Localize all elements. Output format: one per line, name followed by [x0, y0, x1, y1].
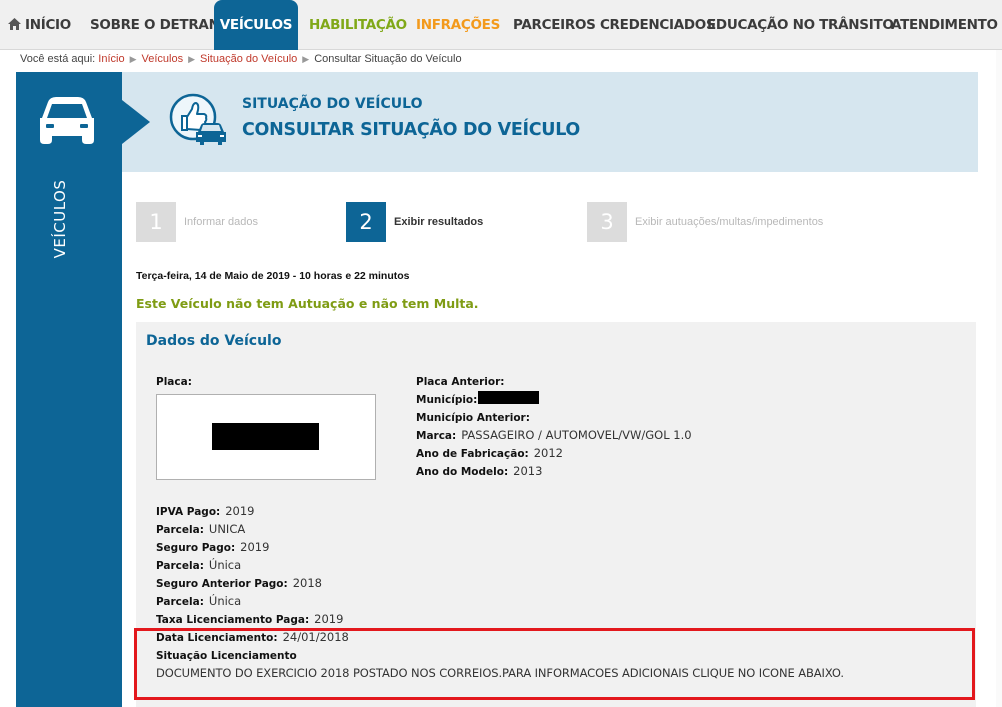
breadcrumb: Você está aqui: Início ▶ Veículos ▶ Situação…	[20, 53, 462, 65]
no-infractions-message: Este Veículo não tem Autuação e não tem …	[136, 296, 479, 311]
parcela-seguro-anterior-field: Parcela: Única	[156, 594, 241, 608]
ipva-value: 2019	[225, 504, 255, 518]
marca-label: Marca:	[416, 430, 457, 442]
nav-inicio[interactable]: INÍCIO	[8, 0, 71, 50]
seguro-label: Seguro Pago:	[156, 542, 236, 554]
parcela-label: Parcela:	[156, 596, 204, 608]
ano-fabricacao-label: Ano de Fabricação:	[416, 448, 529, 460]
taxa-licenciamento-label: Taxa Licenciamento Paga:	[156, 614, 310, 626]
municipio-field: Município:	[416, 392, 477, 406]
ano-modelo-field: Ano do Modelo: 2013	[416, 464, 542, 478]
sidebar-arrow	[122, 100, 150, 144]
municipio-anterior-field: Município Anterior:	[416, 410, 530, 424]
ano-modelo-label: Ano do Modelo:	[416, 466, 509, 478]
nav-educacao[interactable]: EDUCAÇÃO NO TRÂNSITO	[707, 0, 894, 50]
page-title: CONSULTAR SITUAÇÃO DO VEÍCULO	[242, 120, 581, 140]
parcela-label: Parcela:	[156, 560, 204, 572]
top-navigation: INÍCIO SOBRE O DETRAN VEÍCULOS HABILITAÇ…	[0, 0, 1002, 50]
placa-anterior-field: Placa Anterior:	[416, 374, 504, 388]
car-icon	[40, 97, 94, 144]
sidebar	[16, 72, 122, 707]
marca-value: PASSAGEIRO / AUTOMOVEL/VW/GOL 1.0	[461, 428, 692, 442]
parcela-ipva-field: Parcela: UNICA	[156, 522, 245, 536]
seguro-anterior-value: 2018	[292, 576, 322, 590]
step-number: 2	[346, 202, 386, 242]
redacted-plate	[212, 423, 319, 450]
step-2: 2 Exibir resultados	[346, 202, 546, 242]
marca-field: Marca: PASSAGEIRO / AUTOMOVEL/VW/GOL 1.0	[416, 428, 692, 442]
placa-field: Placa:	[156, 374, 192, 388]
nav-infracoes[interactable]: INFRAÇÕES	[416, 0, 500, 50]
nav-sobre-detran[interactable]: SOBRE O DETRAN	[90, 0, 220, 50]
seguro-anterior-field: Seguro Anterior Pago: 2018	[156, 576, 322, 590]
highlight-box	[134, 628, 975, 700]
breadcrumb-separator: ▶	[129, 54, 137, 64]
seguro-field: Seguro Pago: 2019	[156, 540, 269, 554]
seguro-anterior-label: Seguro Anterior Pago:	[156, 578, 288, 590]
step-number: 3	[587, 202, 627, 242]
step-number: 1	[136, 202, 176, 242]
breadcrumb-situacao[interactable]: Situação do Veículo	[200, 53, 297, 65]
datetime-text: Terça-feira, 14 de Maio de 2019 - 10 hor…	[136, 270, 410, 282]
parcela-value: Única	[208, 558, 242, 572]
breadcrumb-separator: ▶	[188, 54, 196, 64]
scrollbar[interactable]	[996, 50, 1002, 707]
nav-parceiros[interactable]: PARCEIROS CREDENCIADOS	[513, 0, 716, 50]
municipio-label: Município:	[416, 394, 478, 406]
parcela-seguro-field: Parcela: Única	[156, 558, 241, 572]
page-subtitle: SITUAÇÃO DO VEÍCULO	[242, 96, 423, 112]
home-icon	[8, 18, 21, 30]
sidebar-label: VEÍCULOS	[51, 179, 69, 259]
redacted-municipio	[478, 391, 539, 404]
step-1: 1 Informar dados	[136, 202, 336, 242]
vehicle-data-title: Dados do Veículo	[146, 333, 282, 349]
breadcrumb-prefix: Você está aqui:	[20, 53, 96, 65]
nav-veiculos[interactable]: VEÍCULOS	[214, 0, 298, 50]
step-label: Exibir resultados	[394, 216, 484, 228]
placa-anterior-label: Placa Anterior:	[416, 376, 505, 388]
nav-inicio-label: INÍCIO	[25, 17, 71, 33]
municipio-anterior-label: Município Anterior:	[416, 412, 530, 424]
ano-modelo-value: 2013	[513, 464, 543, 478]
parcela-value: UNICA	[208, 522, 246, 536]
taxa-licenciamento-value: 2019	[314, 612, 344, 626]
ipva-label: IPVA Pago:	[156, 506, 221, 518]
thumbs-up-car-icon	[169, 93, 226, 145]
breadcrumb-inicio[interactable]: Início	[98, 53, 124, 65]
breadcrumb-separator: ▶	[302, 54, 310, 64]
taxa-licenciamento-field: Taxa Licenciamento Paga: 2019	[156, 612, 343, 626]
ano-fabricacao-value: 2012	[533, 446, 564, 460]
breadcrumb-current: Consultar Situação do Veículo	[314, 53, 462, 65]
ipva-field: IPVA Pago: 2019	[156, 504, 255, 518]
seguro-value: 2019	[240, 540, 270, 554]
ano-fabricacao-field: Ano de Fabricação: 2012	[416, 446, 563, 460]
nav-atendimento[interactable]: ATENDIMENTO	[891, 0, 998, 50]
nav-habilitacao[interactable]: HABILITAÇÃO	[309, 0, 407, 50]
parcela-value: Única	[208, 594, 242, 608]
parcela-label: Parcela:	[156, 524, 204, 536]
breadcrumb-veiculos[interactable]: Veículos	[142, 53, 184, 65]
placa-label: Placa:	[156, 376, 192, 388]
step-label: Informar dados	[184, 216, 258, 228]
step-label: Exibir autuações/multas/impedimentos	[635, 216, 824, 228]
step-3: 3 Exibir autuações/multas/impedimentos	[587, 202, 847, 242]
